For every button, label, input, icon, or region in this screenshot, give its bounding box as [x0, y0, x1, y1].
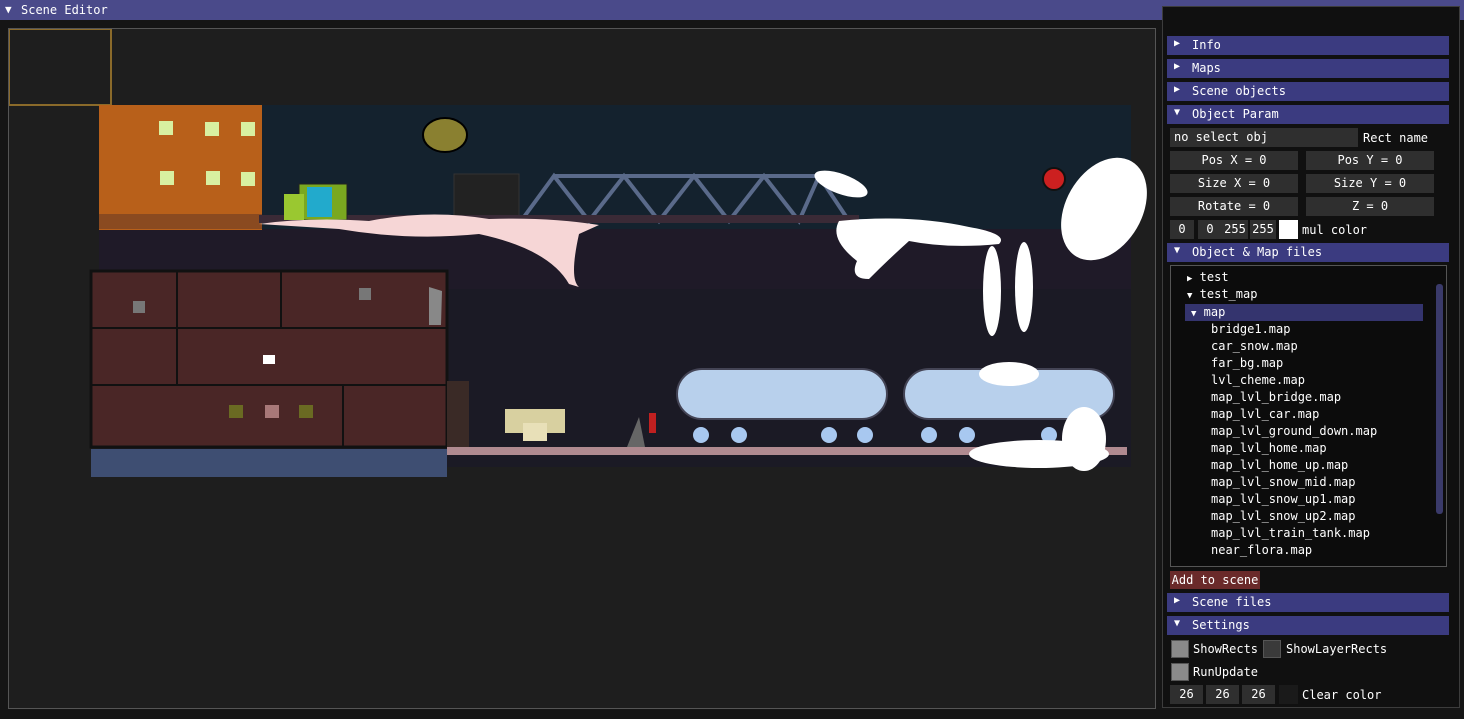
section-maps-header[interactable]: ▶ Maps [1167, 59, 1449, 78]
tree-scrollbar[interactable] [1436, 284, 1443, 514]
tree-node-map-folder[interactable]: ▼ map [1185, 304, 1423, 321]
collapsed-arrow-icon: ▶ [1174, 595, 1181, 606]
section-label: Object & Map files [1192, 245, 1323, 259]
tree-file-item[interactable]: map_lvl_snow_up2.map [1211, 508, 1356, 525]
section-label: Object Param [1192, 107, 1279, 121]
section-label: Info [1192, 38, 1221, 52]
section-settings-header[interactable]: ▼ Settings [1167, 616, 1449, 635]
mul-color-g-field[interactable]: 0 [1198, 220, 1222, 239]
section-label: Scene objects [1192, 84, 1286, 98]
tree-file-item[interactable]: far_bg.map [1211, 355, 1283, 372]
show-layer-rects-checkbox[interactable] [1263, 640, 1281, 658]
rect-name-label: Rect name [1363, 131, 1429, 145]
tree-file-item[interactable]: map_lvl_bridge.map [1211, 389, 1341, 406]
collapsed-arrow-icon: ▶ [1187, 274, 1193, 284]
tree-file-item[interactable]: near_flora.map [1211, 542, 1312, 559]
window-title: Scene Editor [21, 3, 108, 17]
section-object-map-files-header[interactable]: ▼ Object & Map files [1167, 243, 1449, 262]
orange-building [99, 105, 262, 230]
tree-file-item[interactable]: map_lvl_snow_up1.map [1211, 491, 1356, 508]
section-object-param-header[interactable]: ▼ Object Param [1167, 105, 1449, 124]
size-y-field[interactable]: Size Y = 0 [1306, 174, 1434, 193]
tree-file-item[interactable]: map_lvl_snow_mid.map [1211, 474, 1356, 491]
floor-block [91, 449, 447, 477]
rotate-field[interactable]: Rotate = 0 [1170, 197, 1298, 216]
section-label: Scene files [1192, 595, 1272, 609]
selected-object-field[interactable]: no select obj [1170, 128, 1358, 147]
pos-x-field[interactable]: Pos X = 0 [1170, 151, 1298, 170]
collapsed-arrow-icon: ▶ [1174, 61, 1181, 72]
z-field[interactable]: Z = 0 [1306, 197, 1434, 216]
section-scene-objects-header[interactable]: ▶ Scene objects [1167, 82, 1449, 101]
tree-file-item[interactable]: lvl_cheme.map [1211, 372, 1305, 389]
tree-node-test[interactable]: ▶ test [1187, 269, 1229, 286]
expanded-arrow-icon: ▼ [1191, 309, 1197, 319]
mul-color-b-field[interactable]: 255 [1222, 220, 1248, 239]
expanded-arrow-icon: ▼ [1174, 618, 1181, 629]
section-info-header[interactable]: ▶ Info [1167, 36, 1449, 55]
clear-color-swatch[interactable] [1279, 685, 1298, 704]
show-layer-rects-label: ShowLayerRects [1286, 642, 1388, 656]
expanded-arrow-icon: ▼ [1174, 245, 1181, 256]
sun-sprite [422, 117, 468, 153]
tree-file-item[interactable]: car_snow.map [1211, 338, 1298, 355]
section-label: Maps [1192, 61, 1221, 75]
collapsed-arrow-icon: ▶ [1174, 84, 1181, 95]
scene-canvas[interactable] [9, 29, 1155, 708]
file-tree[interactable]: ▶ test ▼ test_map ▼ map bridge1.map car_s… [1170, 265, 1447, 567]
mul-color-r-field[interactable]: 0 [1170, 220, 1194, 239]
clear-color-b-field[interactable]: 26 [1242, 685, 1275, 704]
tree-file-item[interactable]: map_lvl_home.map [1211, 440, 1327, 457]
section-label: Settings [1192, 618, 1250, 632]
tree-node-test-map[interactable]: ▼ test_map [1187, 286, 1257, 303]
expanded-arrow-icon: ▼ [1187, 291, 1193, 301]
tree-file-item[interactable]: map_lvl_ground_down.map [1211, 423, 1377, 440]
mul-color-label: mul color [1302, 223, 1368, 237]
sign-sprite [1042, 167, 1066, 191]
show-rects-label: ShowRects [1193, 642, 1259, 656]
pos-y-field[interactable]: Pos Y = 0 [1306, 151, 1434, 170]
layer-rect [9, 29, 112, 106]
clear-color-label: Clear color [1302, 688, 1382, 702]
tank-car-1 [676, 368, 888, 420]
tree-file-item[interactable]: map_lvl_home_up.map [1211, 457, 1348, 474]
show-rects-checkbox[interactable] [1171, 640, 1189, 658]
tree-file-item[interactable]: map_lvl_car.map [1211, 406, 1319, 423]
add-to-scene-button[interactable]: Add to scene [1170, 571, 1260, 589]
mul-color-a-field[interactable]: 255 [1250, 220, 1276, 239]
run-update-label: RunUpdate [1193, 665, 1259, 679]
run-update-checkbox[interactable] [1171, 663, 1189, 681]
size-x-field[interactable]: Size X = 0 [1170, 174, 1298, 193]
clear-color-r-field[interactable]: 26 [1170, 685, 1203, 704]
section-scene-files-header[interactable]: ▶ Scene files [1167, 593, 1449, 612]
tree-file-item[interactable]: bridge1.map [1211, 321, 1290, 338]
expanded-arrow-icon: ▼ [1174, 107, 1181, 118]
tree-file-item[interactable]: map_lvl_train_tank.map [1211, 525, 1370, 542]
mul-color-swatch[interactable] [1279, 220, 1298, 239]
collapsed-arrow-icon: ▶ [1174, 38, 1181, 49]
clear-color-g-field[interactable]: 26 [1206, 685, 1239, 704]
scene-viewport[interactable] [8, 28, 1156, 709]
collapse-arrow-icon[interactable]: ▼ [5, 3, 12, 16]
